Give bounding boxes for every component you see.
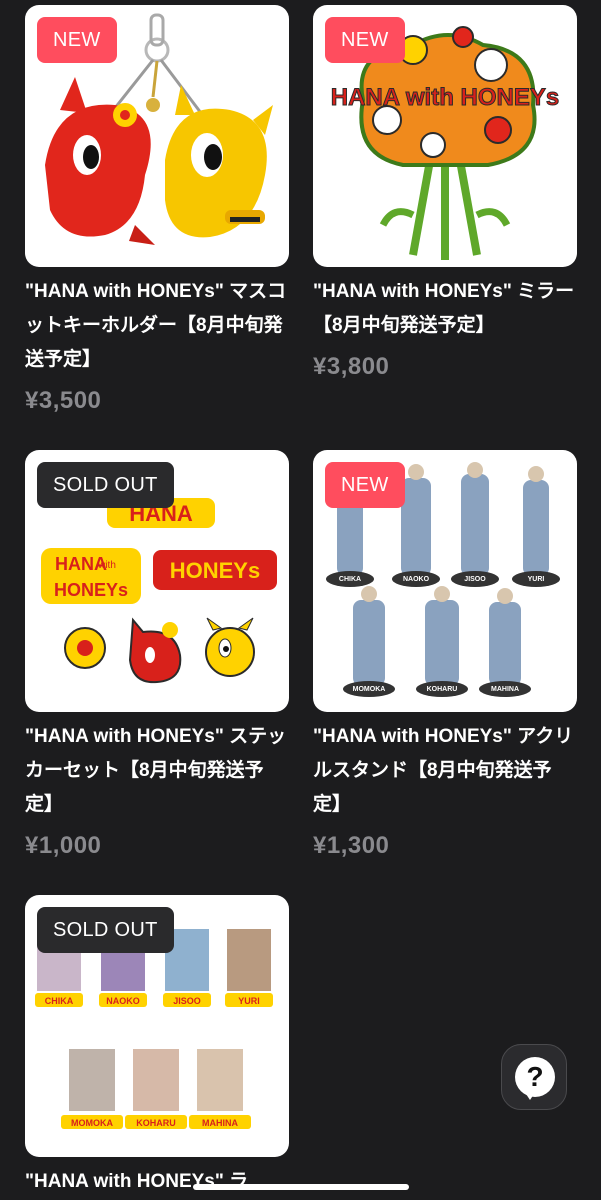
product-title[interactable]: "HANA with HONEYs" マスコットキーホルダー【8月中旬発送予定】 xyxy=(25,275,289,377)
stand-name-label: KOHARU xyxy=(427,686,458,693)
product-title[interactable]: "HANA with HONEYs" アクリルスタンド【8月中旬発送予定】 xyxy=(313,720,577,822)
product-price: ¥3,800 xyxy=(313,353,390,380)
product-image[interactable]: NEW CHIKA NAOKO JISOO YURI MOMOKA KOHARU… xyxy=(313,450,577,712)
stand-name-label: MAHINA xyxy=(491,686,519,693)
product-title[interactable]: "HANA with HONEYs" ラ xyxy=(25,1165,289,1199)
new-badge: NEW xyxy=(325,17,405,63)
product-image[interactable]: NEW HANA with HONEYs xyxy=(313,5,577,267)
product-card[interactable]: SOLD OUT CHIKA NAOKO JISOO YURI MOMOKA K… xyxy=(25,895,289,1199)
product-image[interactable]: SOLD OUT CHIKA NAOKO JISOO YURI MOMOKA K… xyxy=(25,895,289,1157)
product-grid: NEW "HANA with HONEYs" マスコットキーホルダー【8月中旬発… xyxy=(0,0,601,1200)
home-indicator[interactable] xyxy=(193,1184,409,1190)
stand-name-label: JISOO xyxy=(464,576,486,583)
product-price: ¥1,300 xyxy=(313,832,390,859)
photo-card-name: MOMOKA xyxy=(71,1118,113,1128)
sold-out-badge: SOLD OUT xyxy=(37,907,174,953)
product-card[interactable]: NEW HANA with HONEYs "HANA with HONEYs" … xyxy=(313,5,577,381)
sticker-text: HONEYs xyxy=(170,558,260,583)
stand-name-label: CHIKA xyxy=(339,576,361,583)
product-title[interactable]: "HANA with HONEYs" ミラー【8月中旬発送予定】 xyxy=(313,275,577,343)
photo-card-name: YURI xyxy=(238,996,260,1006)
sold-out-badge: SOLD OUT xyxy=(37,462,174,508)
photo-card-name: NAOKO xyxy=(106,996,140,1006)
new-badge: NEW xyxy=(325,462,405,508)
photo-card-name: JISOO xyxy=(173,996,201,1006)
stand-name-label: MOMOKA xyxy=(353,686,386,693)
sticker-text: with xyxy=(97,560,116,571)
photo-card-name: MAHINA xyxy=(202,1118,238,1128)
mirror-logo-text: HANA with HONEYs xyxy=(331,84,559,111)
product-card[interactable]: NEW CHIKA NAOKO JISOO YURI MOMOKA KOHARU… xyxy=(313,450,577,860)
photo-card-name: KOHARU xyxy=(136,1118,176,1128)
new-badge: NEW xyxy=(37,17,117,63)
sticker-text: HONEYs xyxy=(54,580,128,600)
help-button[interactable]: ? xyxy=(501,1044,567,1110)
product-title[interactable]: "HANA with HONEYs" ステッカーセット【8月中旬発送予定】 xyxy=(25,720,289,822)
stand-name-label: NAOKO xyxy=(403,576,430,583)
product-image[interactable]: NEW xyxy=(25,5,289,267)
stand-name-label: YURI xyxy=(528,576,545,583)
product-price: ¥1,000 xyxy=(25,832,102,859)
speech-bubble-tail xyxy=(524,1091,536,1100)
photo-card-name: CHIKA xyxy=(45,996,74,1006)
product-card[interactable]: NEW "HANA with HONEYs" マスコットキーホルダー【8月中旬発… xyxy=(25,5,289,415)
product-price: ¥3,500 xyxy=(25,387,102,414)
product-card[interactable]: SOLD OUT HANA HANA with HONEYs HONEYs "H… xyxy=(25,450,289,860)
product-image[interactable]: SOLD OUT HANA HANA with HONEYs HONEYs xyxy=(25,450,289,712)
